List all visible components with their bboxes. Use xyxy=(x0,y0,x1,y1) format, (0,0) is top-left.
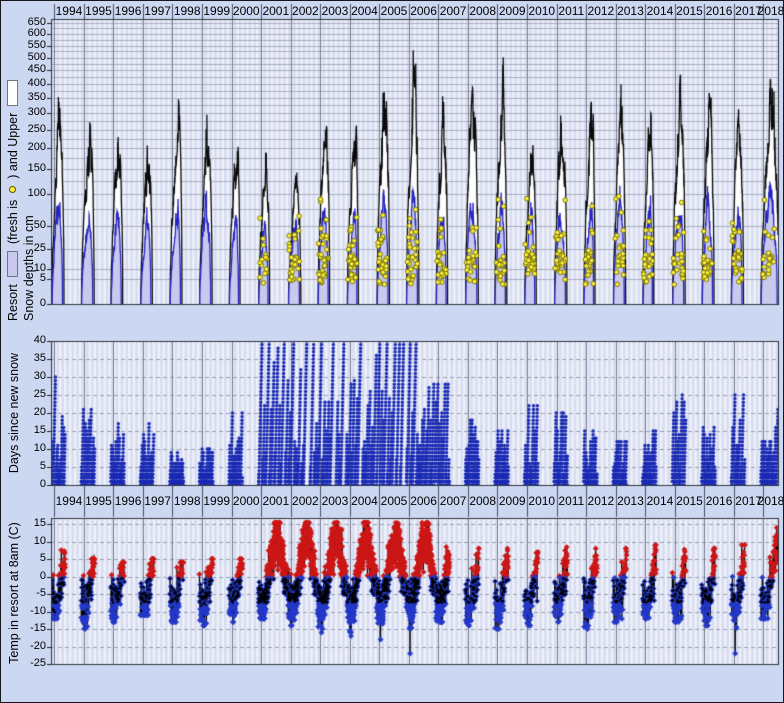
year-label-bottom: 2004 xyxy=(349,494,379,508)
snow-depth-units-label: Snow depths in cm xyxy=(22,1,38,321)
year-label-top: 2009 xyxy=(497,4,527,18)
year-label-top: 1999 xyxy=(202,4,232,18)
year-label-bottom: 2014 xyxy=(645,494,675,508)
year-label-top: 1994 xyxy=(54,4,84,18)
year-label-top: 2013 xyxy=(615,4,645,18)
year-label-bottom: 1994 xyxy=(54,494,84,508)
year-label-bottom: 2009 xyxy=(497,494,527,508)
year-label-top: 2002 xyxy=(290,4,320,18)
year-label-bottom: 2013 xyxy=(615,494,645,508)
year-label-bottom: 1996 xyxy=(113,494,143,508)
year-label-top: 2004 xyxy=(349,4,379,18)
year-label-bottom: 2008 xyxy=(468,494,498,508)
year-label-top: 2010 xyxy=(527,4,557,18)
year-label-top: 2015 xyxy=(675,4,705,18)
fresh-open-label: (fresh is xyxy=(6,200,20,244)
year-label-top: 2008 xyxy=(468,4,498,18)
year-label-bottom: 2011 xyxy=(556,494,586,508)
year-label-top: 2016 xyxy=(704,4,734,18)
year-label-bottom: 1999 xyxy=(202,494,232,508)
year-label-bottom: 2003 xyxy=(320,494,350,508)
temperature-axis-title: Temp in resort at 8am (C) xyxy=(7,483,23,703)
snow-depth-axis-title: Resort (fresh is ) and Upper Snow depths… xyxy=(3,1,39,321)
year-label-bottom: 2002 xyxy=(290,494,320,508)
year-label-bottom: 1997 xyxy=(143,494,173,508)
year-label-bottom: 2018 xyxy=(756,494,784,508)
year-label-top: 1996 xyxy=(113,4,143,18)
year-label-top: 2011 xyxy=(556,4,586,18)
upper-depth-swatch xyxy=(7,80,18,106)
year-label-top: 2005 xyxy=(379,4,409,18)
year-label-top: 2007 xyxy=(438,4,468,18)
year-label-top: 2012 xyxy=(586,4,616,18)
year-label-top: 2006 xyxy=(409,4,439,18)
year-label-top: 2001 xyxy=(261,4,291,18)
year-label-top: 2014 xyxy=(645,4,675,18)
resort-depth-swatch xyxy=(7,251,18,277)
upper-label: ) and Upper xyxy=(6,113,20,179)
year-label-top: 1997 xyxy=(143,4,173,18)
year-label-bottom: 2016 xyxy=(704,494,734,508)
year-label-bottom: 1995 xyxy=(84,494,114,508)
year-label-bottom: 2005 xyxy=(379,494,409,508)
year-label-bottom: 2006 xyxy=(409,494,439,508)
year-label-top: 2003 xyxy=(320,4,350,18)
year-label-bottom: 2010 xyxy=(527,494,557,508)
fresh-snow-marker-icon xyxy=(9,186,16,193)
snow-history-chart: 0510255010015020025030035040045050055060… xyxy=(0,0,784,703)
year-label-top: 2018 xyxy=(756,4,784,18)
year-label-bottom: 2007 xyxy=(438,494,468,508)
year-label-bottom: 2012 xyxy=(586,494,616,508)
year-label-bottom: 2001 xyxy=(261,494,291,508)
year-label-bottom: 2015 xyxy=(675,494,705,508)
year-label-bottom: 2000 xyxy=(231,494,261,508)
year-label-top: 1998 xyxy=(172,4,202,18)
year-label-top: 1995 xyxy=(84,4,114,18)
chart-canvas xyxy=(1,1,784,703)
year-label-top: 2000 xyxy=(231,4,261,18)
year-label-bottom: 1998 xyxy=(172,494,202,508)
